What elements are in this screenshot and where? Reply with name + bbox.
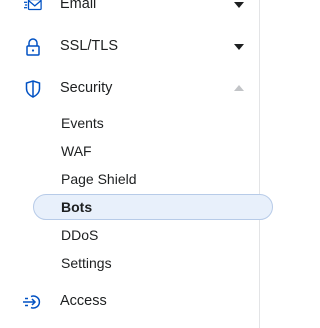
sidebar-item-label: SSL/TLS [60, 38, 119, 54]
sidebar-subitem-label: WAF [61, 143, 92, 159]
sidebar-item-access[interactable]: Access [0, 289, 259, 315]
shield-icon [24, 80, 42, 98]
sidebar-subitem-bots[interactable]: Bots [0, 194, 273, 220]
sidebar-item-label: Email [60, 0, 97, 12]
sidebar-item-label: Access [60, 293, 107, 309]
chevron-up-icon [234, 85, 244, 91]
lock-icon [24, 38, 42, 56]
sidebar-divider [259, 0, 260, 328]
sidebar-item-email[interactable]: Email [0, 0, 259, 18]
access-icon [22, 293, 44, 311]
sidebar-subitem-label: Page Shield [61, 171, 137, 187]
sidebar-subitem-label: Bots [61, 199, 93, 215]
chevron-down-icon [234, 2, 244, 8]
sidebar-item-security[interactable]: Security [0, 76, 259, 102]
chevron-down-icon [234, 44, 244, 50]
sidebar-subitem-ddos[interactable]: DDoS [0, 222, 259, 248]
sidebar-subitem-label: Settings [61, 255, 112, 271]
sidebar-item-label: Security [60, 80, 113, 96]
sidebar-subitem-label: Events [61, 115, 104, 131]
sidebar-nav: Email SSL/TLS Security Events WAF Page S… [0, 0, 274, 328]
email-icon [24, 0, 42, 14]
sidebar-subitem-label: DDoS [61, 227, 99, 243]
sidebar-item-ssl-tls[interactable]: SSL/TLS [0, 34, 259, 60]
sidebar-subitem-settings[interactable]: Settings [0, 250, 259, 276]
sidebar-subitem-page-shield[interactable]: Page Shield [0, 166, 259, 192]
sidebar-subitem-waf[interactable]: WAF [0, 138, 259, 164]
sidebar-subitem-events[interactable]: Events [0, 110, 259, 136]
